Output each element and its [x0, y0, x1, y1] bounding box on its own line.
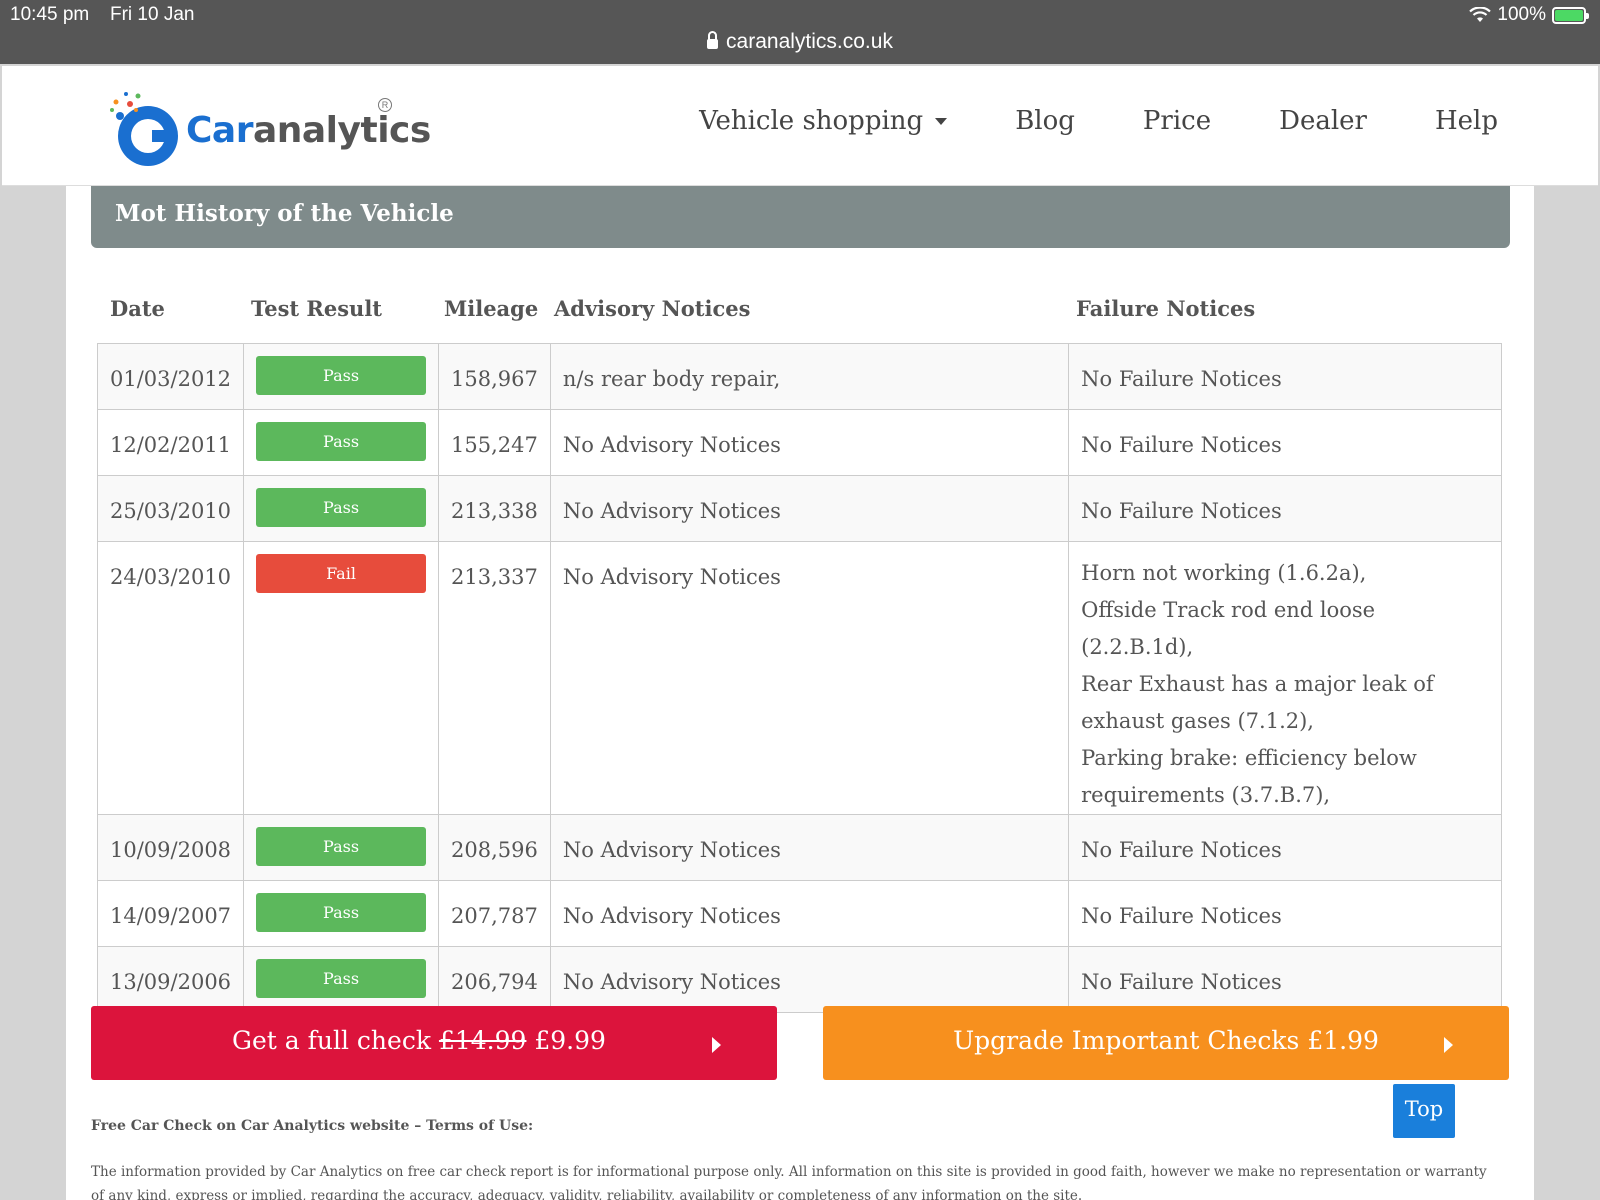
nav-help[interactable]: Help: [1435, 106, 1498, 136]
section-title: Mot History of the Vehicle: [91, 186, 1510, 248]
table-row: 13/09/2006 Pass 206,794 No Advisory Noti…: [96, 946, 1502, 1013]
old-price: £14.99: [438, 1026, 527, 1055]
pass-badge: Pass: [256, 488, 427, 527]
header-advisory: Advisory Notices: [554, 296, 751, 321]
new-price: £9.99: [534, 1026, 606, 1055]
cell-date: 14/09/2007: [96, 880, 245, 947]
cell-advisory: No Advisory Notices: [549, 814, 1070, 881]
nav-price[interactable]: Price: [1143, 106, 1211, 136]
table-row: 25/03/2010 Pass 213,338 No Advisory Noti…: [96, 475, 1502, 542]
pass-badge: Pass: [256, 422, 427, 461]
cell-advisory: No Advisory Notices: [549, 946, 1070, 1013]
mot-history-table: 01/03/2012 Pass 158,967 n/s rear body re…: [96, 343, 1502, 1013]
nav-dealer[interactable]: Dealer: [1279, 106, 1367, 136]
upgrade-checks-button[interactable]: Upgrade Important Checks £1.99: [823, 1006, 1509, 1080]
failure-line: exhaust gases (7.1.2),: [1081, 709, 1314, 733]
logo-wordmark: Caranalytics: [186, 110, 431, 151]
mot-history-card: Mot History of the Vehicle Date Test Res…: [66, 186, 1534, 1200]
nav-blog[interactable]: Blog: [1015, 106, 1075, 136]
registered-mark: R: [378, 98, 392, 112]
battery-icon: [1552, 6, 1589, 24]
table-row: 01/03/2012 Pass 158,967 n/s rear body re…: [96, 343, 1502, 410]
table-row: 10/09/2008 Pass 208,596 No Advisory Noti…: [96, 814, 1502, 881]
status-bar: 10:45 pm Fri 10 Jan 100% caranalytics.co…: [0, 0, 1600, 64]
pass-badge: Pass: [256, 827, 427, 866]
cell-failure: No Failure Notices: [1068, 946, 1502, 1013]
cell-date: 10/09/2008: [96, 814, 245, 881]
cell-advisory: No Advisory Notices: [549, 409, 1070, 476]
arrow-right-icon: [1444, 1037, 1453, 1053]
failure-line: Rear Exhaust has a major leak of: [1081, 672, 1434, 696]
cell-date: 12/02/2011: [96, 409, 245, 476]
failure-line: Horn not working (1.6.2a),: [1081, 561, 1367, 585]
url-text: caranalytics.co.uk: [726, 30, 893, 53]
lock-icon: [707, 31, 719, 49]
header-test-result: Test Result: [251, 296, 382, 321]
arrow-right-icon: [712, 1037, 721, 1053]
status-date: Fri 10 Jan: [110, 4, 195, 25]
cell-failure: No Failure Notices: [1068, 343, 1502, 410]
cell-date: 01/03/2012: [96, 343, 245, 410]
cell-mileage: 213,337: [438, 541, 551, 815]
cell-mileage: 207,787: [438, 880, 551, 947]
pass-badge: Pass: [256, 959, 427, 998]
table-row: 14/09/2007 Pass 207,787 No Advisory Noti…: [96, 880, 1502, 947]
cell-mileage: 213,338: [438, 475, 551, 542]
failure-line: requirements (3.7.B.7),: [1081, 783, 1331, 807]
cell-failure-list: Horn not working (1.6.2a), Offside Track…: [1068, 541, 1502, 815]
cell-failure: No Failure Notices: [1068, 409, 1502, 476]
cell-failure: No Failure Notices: [1068, 814, 1502, 881]
header-failure: Failure Notices: [1076, 296, 1256, 321]
terms-body: The information provided by Car Analytic…: [91, 1164, 1487, 1200]
caranalytics-logo[interactable]: Caranalytics R: [108, 86, 431, 171]
main-nav: Vehicle shopping Blog Price Dealer Help: [699, 106, 1498, 136]
cell-mileage: 158,967: [438, 343, 551, 410]
status-indicators: 100%: [1469, 4, 1589, 26]
table-row: 24/03/2010 Fail 213,337 No Advisory Noti…: [96, 541, 1502, 815]
cell-failure: No Failure Notices: [1068, 475, 1502, 542]
header-mileage: Mileage: [444, 296, 539, 321]
full-check-label: Get a full check £14.99 £9.99: [232, 1026, 606, 1055]
failure-line: Parking brake: efficiency below: [1081, 746, 1417, 770]
cell-advisory: No Advisory Notices: [549, 541, 1070, 815]
address-bar[interactable]: caranalytics.co.uk: [0, 30, 1600, 54]
cell-mileage: 208,596: [438, 814, 551, 881]
cell-date: 13/09/2006: [96, 946, 245, 1013]
site-header: Caranalytics R Vehicle shopping Blog Pri…: [2, 66, 1598, 186]
cell-mileage: 155,247: [438, 409, 551, 476]
logo-mark-icon: [110, 92, 178, 166]
wifi-icon: [1469, 7, 1492, 22]
back-to-top-button[interactable]: Top: [1393, 1084, 1455, 1138]
pass-badge: Pass: [256, 893, 427, 932]
caret-down-icon: [935, 117, 948, 125]
fail-badge: Fail: [256, 554, 427, 593]
terms-title: Free Car Check on Car Analytics website …: [91, 1118, 534, 1134]
cell-failure: No Failure Notices: [1068, 880, 1502, 947]
battery-percent: 100%: [1497, 4, 1546, 25]
table-row: 12/02/2011 Pass 155,247 No Advisory Noti…: [96, 409, 1502, 476]
upgrade-label: Upgrade Important Checks £1.99: [953, 1026, 1379, 1055]
header-date: Date: [110, 296, 165, 321]
status-time: 10:45 pm: [10, 4, 90, 25]
cell-advisory: No Advisory Notices: [549, 475, 1070, 542]
cell-advisory: No Advisory Notices: [549, 880, 1070, 947]
cell-date: 24/03/2010: [96, 541, 245, 815]
cell-advisory: n/s rear body repair,: [549, 343, 1070, 410]
pass-badge: Pass: [256, 356, 427, 395]
full-check-button[interactable]: Get a full check £14.99 £9.99: [91, 1006, 777, 1080]
nav-vehicle-shopping[interactable]: Vehicle shopping: [699, 106, 948, 136]
cell-date: 25/03/2010: [96, 475, 245, 542]
cell-mileage: 206,794: [438, 946, 551, 1013]
failure-line: Offside Track rod end loose (2.2.B.1d),: [1081, 598, 1376, 659]
